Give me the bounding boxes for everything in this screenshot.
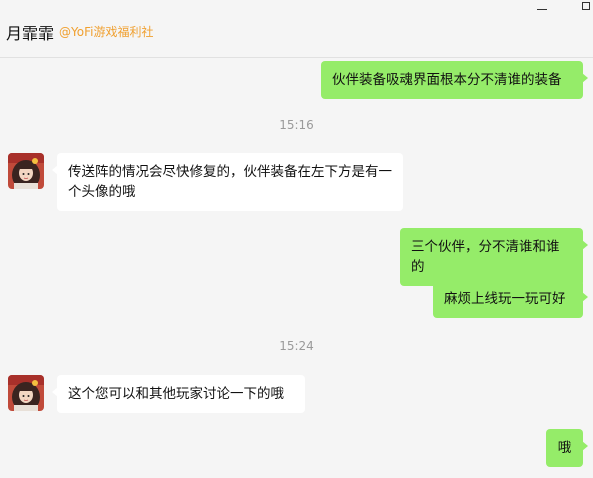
minimize-button[interactable]: [528, 0, 556, 14]
my-message-bubble[interactable]: 伙伴装备吸魂界面根本分不清谁的装备: [321, 61, 588, 99]
maximize-icon: [582, 2, 590, 10]
their-message-bubble[interactable]: 传送阵的情况会尽快修复的，伙伴装备在左下方是有一个头像的哦: [52, 153, 403, 211]
my-message-bubble[interactable]: 麻烦上线玩一玩可好: [433, 280, 588, 318]
my-message-bubble[interactable]: 三个伙伴，分不清谁和谁的: [400, 228, 588, 286]
message-text: 这个您可以和其他玩家讨论一下的哦: [68, 386, 284, 402]
maximize-button[interactable]: [572, 0, 593, 14]
message-text: 传送阵的情况会尽快修复的，伙伴装备在左下方是有一个头像的哦: [68, 164, 392, 200]
timestamp: 15:16: [279, 118, 314, 132]
timestamp: 15:24: [279, 339, 314, 353]
anime-girl-avatar-icon[interactable]: [8, 153, 44, 189]
my-message-bubble[interactable]: 哦: [546, 429, 588, 467]
message-list[interactable]: 伙伴装备吸魂界面根本分不清谁的装备 15:16 传送阵的情况会尽快修复的，伙伴装…: [0, 58, 593, 478]
chat-header: 月霏霏 @YoFi游戏福利社: [0, 0, 593, 58]
message-text: 三个伙伴，分不清谁和谁的: [411, 239, 560, 275]
chat-window: 月霏霏 @YoFi游戏福利社 伙伴装备吸魂界面根本分不清谁的装备 15:16 传…: [0, 0, 593, 478]
contact-name[interactable]: 月霏霏: [6, 20, 54, 44]
message-text: 伙伴装备吸魂界面根本分不清谁的装备: [332, 72, 562, 88]
message-text: 麻烦上线玩一玩可好: [444, 291, 566, 307]
message-text: 哦: [557, 440, 572, 456]
contact-tag: @YoFi游戏福利社: [59, 25, 154, 39]
their-message-bubble[interactable]: 这个您可以和其他玩家讨论一下的哦: [52, 375, 305, 413]
anime-girl-avatar-icon[interactable]: [8, 375, 44, 411]
minimize-icon: [537, 8, 547, 10]
